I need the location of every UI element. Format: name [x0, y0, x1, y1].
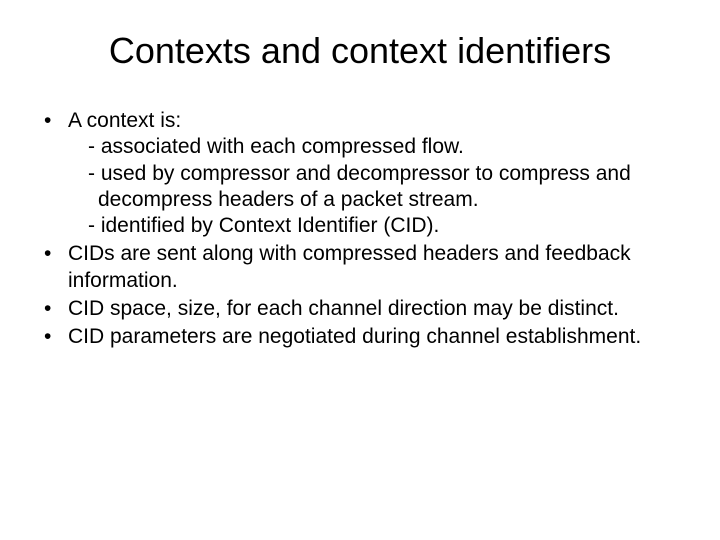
- list-item: A context is: - associated with each com…: [40, 108, 688, 239]
- sub-point: - associated with each compressed flow.: [78, 134, 688, 160]
- bullet-text: CID space, size, for each channel direct…: [68, 297, 619, 320]
- slide-title: Contexts and context identifiers: [32, 30, 688, 72]
- sub-point: - identified by Context Identifier (CID)…: [78, 213, 688, 239]
- bullet-text: CID parameters are negotiated during cha…: [68, 325, 641, 348]
- bullet-list: A context is: - associated with each com…: [32, 108, 688, 350]
- list-item: CID space, size, for each channel direct…: [40, 296, 688, 322]
- slide: Contexts and context identifiers A conte…: [0, 0, 720, 540]
- bullet-text: CIDs are sent along with compressed head…: [68, 242, 631, 291]
- list-item: CID parameters are negotiated during cha…: [40, 324, 688, 350]
- bullet-lead: A context is:: [68, 109, 181, 132]
- list-item: CIDs are sent along with compressed head…: [40, 241, 688, 294]
- sub-point: - used by compressor and decompressor to…: [78, 161, 688, 214]
